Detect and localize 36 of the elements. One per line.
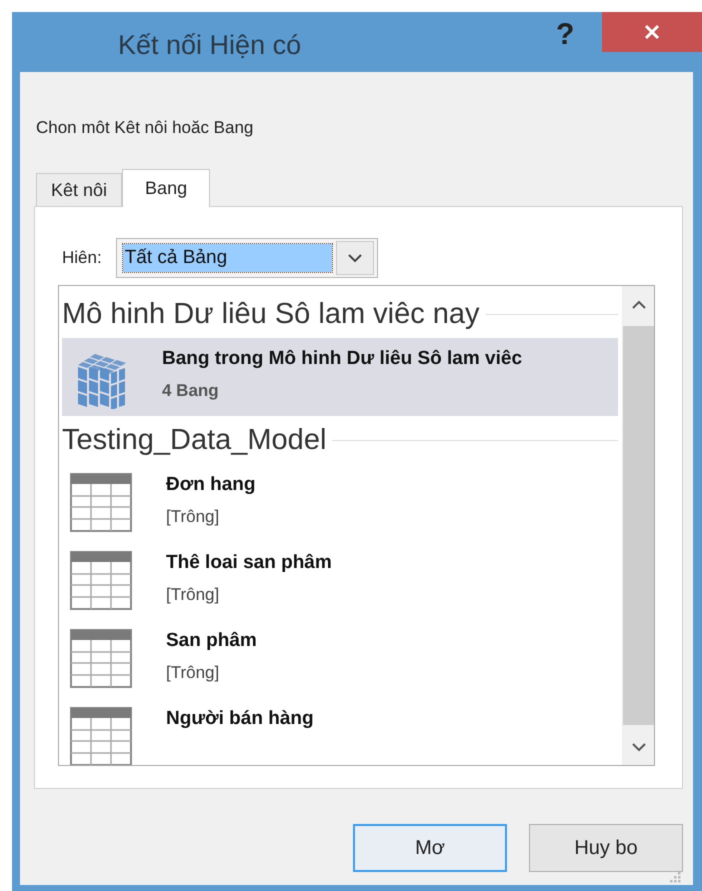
- item-title: Đơn hang: [166, 474, 256, 496]
- dialog-button[interactable]: Mơ: [353, 824, 507, 872]
- help-button[interactable]: ?: [556, 18, 574, 52]
- close-button[interactable]: [602, 12, 702, 52]
- window-title: Kết nối Hiện có: [118, 30, 302, 61]
- list-item[interactable]: San phâm [Trông]: [62, 620, 618, 698]
- prompt-text: Chon môt Kêt nôi hoăc Bang: [36, 118, 254, 138]
- table-icon: [70, 473, 132, 533]
- tab[interactable]: Bang: [122, 169, 210, 207]
- item-title: Bang trong Mô hinh Dư liêu Sô lam viêc: [162, 348, 522, 370]
- list-item[interactable]: Bang trong Mô hinh Dư liêu Sô lam viêc 4 Bang: [62, 338, 618, 416]
- item-detail: [Trông]: [166, 585, 220, 605]
- scroll-thumb[interactable]: [623, 326, 654, 725]
- table-icon: [70, 551, 132, 611]
- tab[interactable]: Kêt nôi: [36, 173, 122, 206]
- item-title: Người bán hàng: [166, 708, 314, 730]
- list-item[interactable]: Thê loai san phâm [Trông]: [62, 542, 618, 620]
- scroll-down-icon[interactable]: [632, 742, 646, 752]
- group-header: Mô hinh Dư liêu Sô lam viêc nay: [62, 298, 480, 330]
- resize-grip-icon[interactable]: [669, 871, 681, 883]
- scrollbar[interactable]: [622, 286, 654, 765]
- chevron-down-icon: [348, 254, 362, 262]
- scroll-up-icon[interactable]: [632, 300, 646, 308]
- item-detail: 4 Bang: [162, 381, 220, 401]
- filter-dropdown[interactable]: Tất cả Bảng: [116, 238, 378, 278]
- item-title: Thê loai san phâm: [166, 552, 332, 574]
- item-detail: [Trông]: [166, 507, 220, 527]
- item-title: San phâm: [166, 630, 257, 652]
- group-header: Testing_Data_Model: [62, 424, 326, 456]
- list-item[interactable]: Đơn hang [Trông]: [62, 464, 618, 542]
- dialog-button[interactable]: Huy bo: [529, 824, 683, 872]
- list-item[interactable]: Người bán hàng: [62, 698, 618, 765]
- item-detail: [Trông]: [166, 663, 220, 683]
- filter-label: Hiên:: [62, 248, 102, 268]
- table-icon: [70, 629, 132, 689]
- close-icon: [644, 24, 660, 40]
